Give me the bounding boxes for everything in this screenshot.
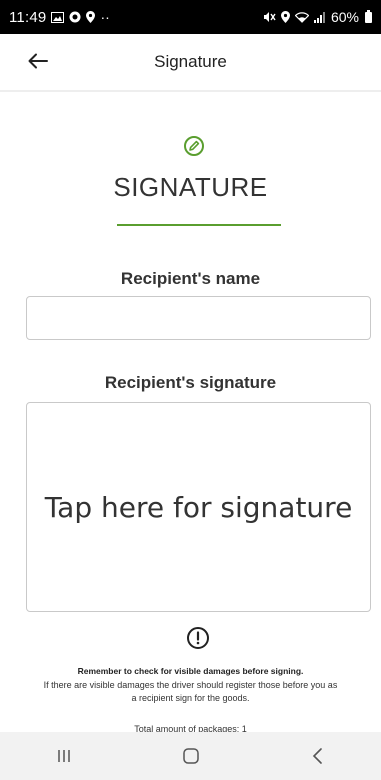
battery-icon [365,9,372,23]
recent-apps-button[interactable] [34,736,94,776]
app-notification-icon [69,11,81,23]
battery-percent: 60% [330,9,359,25]
app-bar: Signature [0,34,381,92]
home-icon [182,748,199,764]
signature-placeholder: Tap here for signature [44,490,353,524]
pencil-circle-icon [184,136,204,156]
signal-icon [313,11,326,23]
section-heading: SIGNATURE [113,172,268,202]
location-icon [86,11,96,23]
system-nav-bar [0,732,381,780]
more-notifications-icon: ·· [100,9,110,25]
heading-underline [117,224,281,226]
signature-screen: 11:49 ·· 60% Signature SIGNATURE Recipie… [0,0,381,780]
location-status-icon [280,11,290,23]
status-right: 60% [263,9,372,25]
exclamation-circle-icon [187,627,209,649]
signature-pad[interactable]: Tap here for signature [26,402,371,612]
home-button[interactable] [161,736,221,776]
wifi-icon [294,11,309,23]
system-back-button[interactable] [288,736,348,776]
damage-warning-text: If there are visible damages the driver … [43,680,338,703]
app-title: Signature [154,52,227,71]
recipient-name-label: Recipient's name [120,269,261,288]
gallery-icon [51,11,65,23]
status-bar: 11:49 ·· 60% [0,0,381,34]
status-left: 11:49 ·· [9,9,110,26]
damage-warning-title: Remember to check for visible damages be… [77,666,304,676]
recipient-signature-label: Recipient's signature [104,373,277,392]
recent-apps-icon [57,750,70,762]
chevron-left-icon [312,748,322,764]
recipient-name-input[interactable] [26,296,371,340]
status-time: 11:49 [9,8,47,26]
mute-icon [263,11,276,23]
